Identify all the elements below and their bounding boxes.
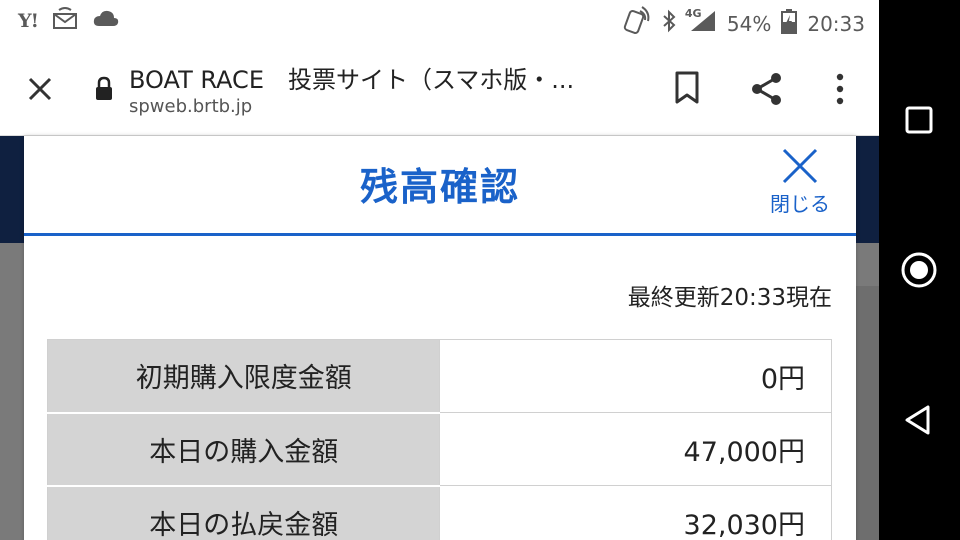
battery-percent: 54% bbox=[726, 11, 772, 36]
home-button[interactable] bbox=[879, 230, 960, 310]
close-modal-button[interactable]: 閉じる bbox=[760, 142, 840, 224]
close-icon bbox=[782, 148, 818, 184]
bookmark-icon[interactable] bbox=[672, 70, 702, 106]
share-icon[interactable] bbox=[748, 70, 786, 108]
bluetooth-icon bbox=[661, 9, 677, 38]
navigation-bar bbox=[879, 0, 960, 540]
table-row: 本日の購入金額 47,000円 bbox=[46, 412, 832, 487]
more-menu-icon[interactable] bbox=[826, 70, 854, 108]
modal-title: 残高確認 bbox=[359, 165, 520, 209]
yahoo-icon: Y! bbox=[18, 9, 39, 32]
clock: 20:33 bbox=[807, 11, 865, 36]
page-title: BOAT RACE 投票サイト（スマホ版・... bbox=[129, 66, 575, 94]
recents-button[interactable] bbox=[879, 80, 960, 160]
nfc-icon bbox=[621, 6, 651, 41]
balance-modal: 残高確認 閉じる 最終更新20:33現在 初期購入限度金額 0円 本日の購入金額… bbox=[24, 136, 856, 540]
circle-icon bbox=[901, 252, 937, 288]
square-icon bbox=[905, 106, 933, 134]
cloud-icon bbox=[92, 8, 120, 33]
close-tab-icon[interactable] bbox=[24, 73, 56, 105]
row-value: 47,000円 bbox=[439, 412, 832, 486]
row-label: 本日の払戻金額 bbox=[46, 485, 441, 540]
browser-toolbar: BOAT RACE 投票サイト（スマホ版・... spweb.brtb.jp bbox=[0, 40, 879, 136]
background-sidebar bbox=[856, 286, 879, 540]
mail-icon bbox=[52, 6, 78, 35]
last-updated: 最終更新20:33現在 bbox=[627, 285, 832, 311]
row-label: 初期購入限度金額 bbox=[46, 339, 441, 414]
table-row: 本日の払戻金額 32,030円 bbox=[46, 485, 832, 540]
row-label: 本日の購入金額 bbox=[46, 412, 441, 487]
lock-icon bbox=[94, 76, 114, 102]
triangle-back-icon bbox=[905, 405, 930, 435]
network-type-label: 4G bbox=[684, 7, 702, 20]
close-label: 閉じる bbox=[770, 192, 830, 216]
row-value: 0円 bbox=[439, 339, 832, 413]
back-button[interactable] bbox=[879, 380, 960, 460]
signal-icon: 4G bbox=[684, 7, 717, 38]
balance-table: 初期購入限度金額 0円 本日の購入金額 47,000円 本日の払戻金額 32,0… bbox=[46, 339, 832, 540]
battery-charging-icon bbox=[781, 8, 798, 39]
modal-header: 残高確認 閉じる bbox=[24, 136, 856, 236]
phone-screen: Y! 4G 54% 20:33 BOAT RACE 投票サイト（スマホ版・...… bbox=[0, 0, 879, 540]
table-row: 初期購入限度金額 0円 bbox=[46, 339, 832, 414]
page-url: spweb.brtb.jp bbox=[129, 96, 253, 117]
status-bar: Y! 4G 54% 20:33 bbox=[0, 0, 879, 40]
row-value: 32,030円 bbox=[439, 485, 832, 540]
